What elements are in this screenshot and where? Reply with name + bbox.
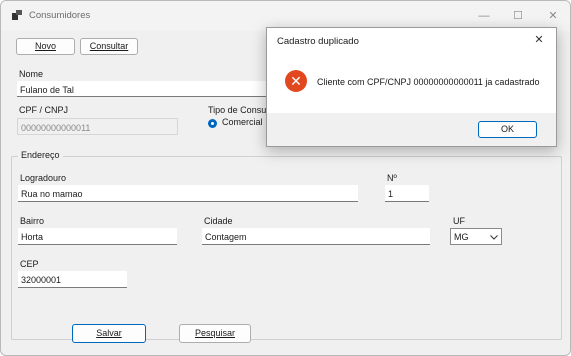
bairro-label: Bairro [20, 216, 45, 226]
app-icon [12, 10, 22, 20]
cep-label: CEP [20, 259, 39, 269]
consultar-button[interactable]: Consultar [80, 38, 138, 55]
bairro-input[interactable]: Horta [18, 228, 177, 245]
cadastro-duplicado-dialog: Cadastro duplicado ✕ ✕ Cliente com CPF/C… [266, 27, 557, 147]
dialog-close-button[interactable]: ✕ [531, 32, 547, 48]
maximize-button[interactable]: ☐ [508, 7, 528, 25]
pesquisar-button[interactable]: Pesquisar [179, 324, 251, 343]
numero-label: Nº [387, 173, 397, 183]
novo-label: Novo [34, 41, 56, 51]
uf-selected-value: MG [454, 232, 469, 242]
numero-input[interactable]: 1 [385, 185, 429, 202]
cidade-input[interactable]: Contagem [202, 228, 430, 245]
uf-label: UF [453, 216, 465, 226]
dialog-title: Cadastro duplicado [277, 36, 359, 47]
cpf-label: CPF / CNPJ [19, 105, 69, 115]
comercial-radio-label: Comercial [222, 117, 263, 127]
cidade-label: Cidade [204, 216, 233, 226]
dialog-footer: OK [267, 113, 556, 146]
close-button[interactable]: ✕ [543, 7, 563, 25]
uf-select[interactable]: MG [450, 228, 502, 245]
consumidores-window: Consumidores — ☐ ✕ Novo Consultar Nome F… [0, 0, 571, 356]
logradouro-label: Logradouro [20, 173, 67, 183]
cep-input[interactable]: 32000001 [18, 271, 127, 288]
salvar-button[interactable]: Salvar [72, 324, 146, 343]
consultar-label: Consultar [89, 41, 129, 51]
comercial-radio[interactable] [208, 119, 217, 128]
dialog-message: Cliente com CPF/CNPJ 00000000000011 ja c… [317, 77, 540, 87]
nome-input[interactable]: Fulano de Tal [17, 81, 269, 97]
endereco-group-title: Endereço [18, 150, 63, 160]
novo-button[interactable]: Novo [16, 38, 75, 55]
logradouro-input[interactable]: Rua no mamao [18, 185, 358, 202]
salvar-label: Salvar [96, 328, 122, 338]
ok-button[interactable]: OK [478, 121, 537, 138]
nome-label: Nome [19, 69, 44, 79]
endereco-group [11, 156, 562, 340]
chevron-down-icon [490, 235, 498, 240]
pesquisar-label: Pesquisar [194, 328, 236, 338]
tipo-label: Tipo de Consu [208, 105, 267, 115]
error-icon: ✕ [285, 70, 307, 92]
minimize-button[interactable]: — [474, 7, 494, 25]
window-title: Consumidores [29, 10, 91, 21]
cpf-input: 00000000000011 [17, 118, 178, 135]
